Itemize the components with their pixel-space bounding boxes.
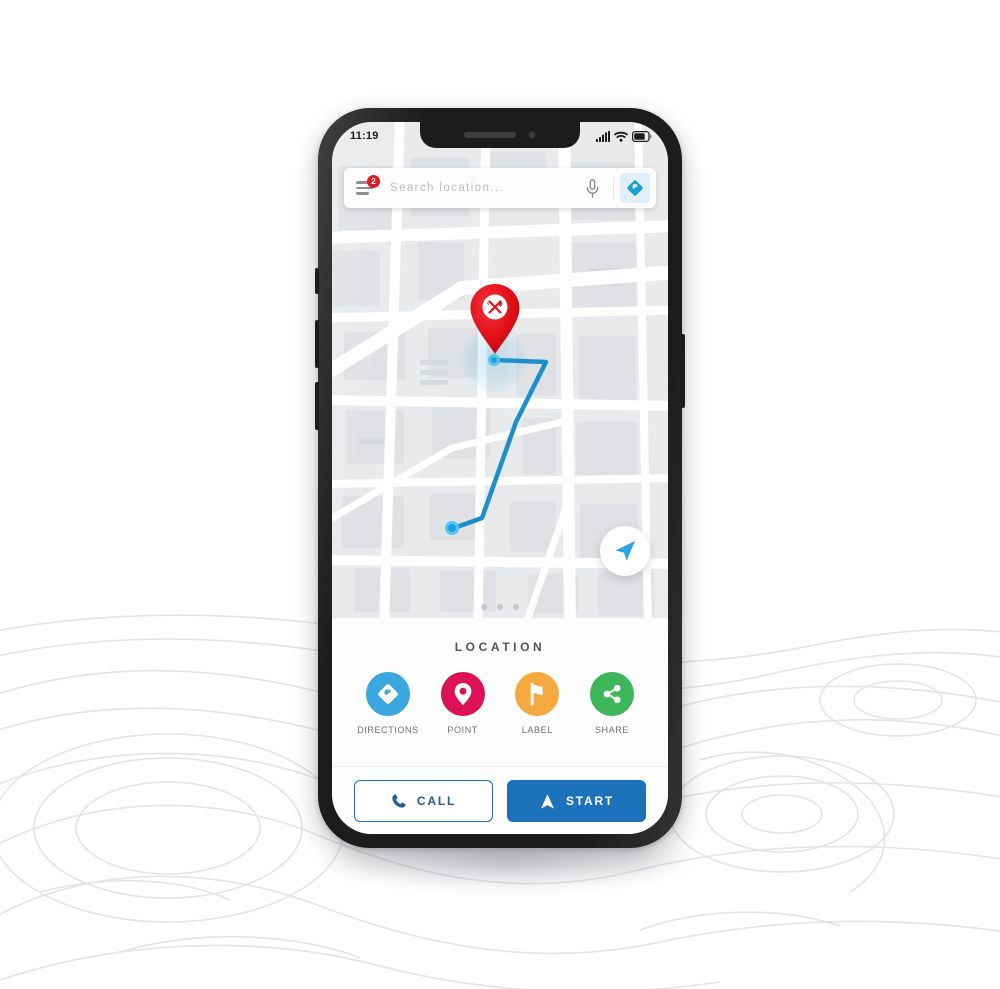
share-nodes-icon xyxy=(603,684,621,704)
quick-actions-row: DIRECTIONS POINT LABEL SHARE xyxy=(332,654,668,735)
share-action-circle[interactable] xyxy=(589,672,634,716)
sheet-divider xyxy=(332,766,668,767)
power-button[interactable] xyxy=(681,334,685,408)
directions-action-circle[interactable] xyxy=(366,672,410,716)
action-label: LABEL xyxy=(521,725,553,735)
hamburger-menu-button[interactable]: 2 xyxy=(344,168,384,208)
page-indicator-dots[interactable] xyxy=(481,604,519,610)
wifi-icon xyxy=(614,131,628,142)
page-dot[interactable] xyxy=(513,604,519,610)
label-action-circle[interactable] xyxy=(515,672,560,716)
directions-diamond-icon xyxy=(627,180,643,196)
phone-icon xyxy=(392,794,406,808)
map-pin-icon xyxy=(454,683,472,705)
flag-icon xyxy=(531,682,543,706)
signal-icon xyxy=(596,130,610,142)
menu-notification-badge: 2 xyxy=(367,175,380,188)
microphone-icon xyxy=(586,178,598,198)
phone-screen: 11:19 2 Search location... LOCATION DIRE… xyxy=(332,122,668,834)
point-action-circle[interactable] xyxy=(440,672,485,716)
front-camera xyxy=(528,131,536,139)
action-label: DIRECTIONS xyxy=(357,725,419,735)
cta-row: CALL START xyxy=(332,780,668,822)
action-label: SHARE xyxy=(594,725,629,735)
phone-device-frame: 11:19 2 Search location... LOCATION DIRE… xyxy=(315,108,685,848)
status-time: 11:19 xyxy=(350,130,379,142)
directions-diamond-icon xyxy=(378,684,398,704)
battery-icon xyxy=(632,130,652,142)
restaurant-pin-icon[interactable] xyxy=(469,282,521,356)
navigation-arrow-icon xyxy=(540,793,554,809)
action-label-btn[interactable]: LABEL xyxy=(505,672,569,735)
action-label: POINT xyxy=(447,725,478,735)
search-input[interactable]: Search location... xyxy=(384,182,577,194)
start-button-label: START xyxy=(565,794,615,808)
search-directions-button[interactable] xyxy=(620,173,650,203)
action-share[interactable]: SHARE xyxy=(580,672,644,735)
page-dot[interactable] xyxy=(481,604,487,610)
call-button[interactable]: CALL xyxy=(354,780,493,822)
action-directions[interactable]: DIRECTIONS xyxy=(356,672,420,735)
silent-switch[interactable] xyxy=(315,268,319,294)
start-button[interactable]: START xyxy=(507,780,646,822)
phone-notch xyxy=(420,122,580,148)
earpiece-speaker xyxy=(464,132,516,138)
sheet-title: LOCATION xyxy=(454,640,546,654)
location-bottom-sheet: LOCATION DIRECTIONS POINT LABEL SHARE CA… xyxy=(332,618,668,834)
navigation-arrow-icon xyxy=(615,541,635,561)
voice-search-button[interactable] xyxy=(577,178,607,198)
volume-up-button[interactable] xyxy=(315,320,319,368)
search-divider xyxy=(613,177,614,199)
search-bar[interactable]: 2 Search location... xyxy=(344,168,656,208)
action-point[interactable]: POINT xyxy=(431,672,495,735)
page-dot[interactable] xyxy=(497,604,503,610)
call-button-label: CALL xyxy=(416,794,457,808)
navigation-fab-button[interactable] xyxy=(600,526,650,576)
volume-down-button[interactable] xyxy=(315,382,319,430)
route-origin-dot[interactable] xyxy=(445,521,459,535)
screenshot-root: 11:19 2 Search location... LOCATION DIRE… xyxy=(0,0,1000,989)
